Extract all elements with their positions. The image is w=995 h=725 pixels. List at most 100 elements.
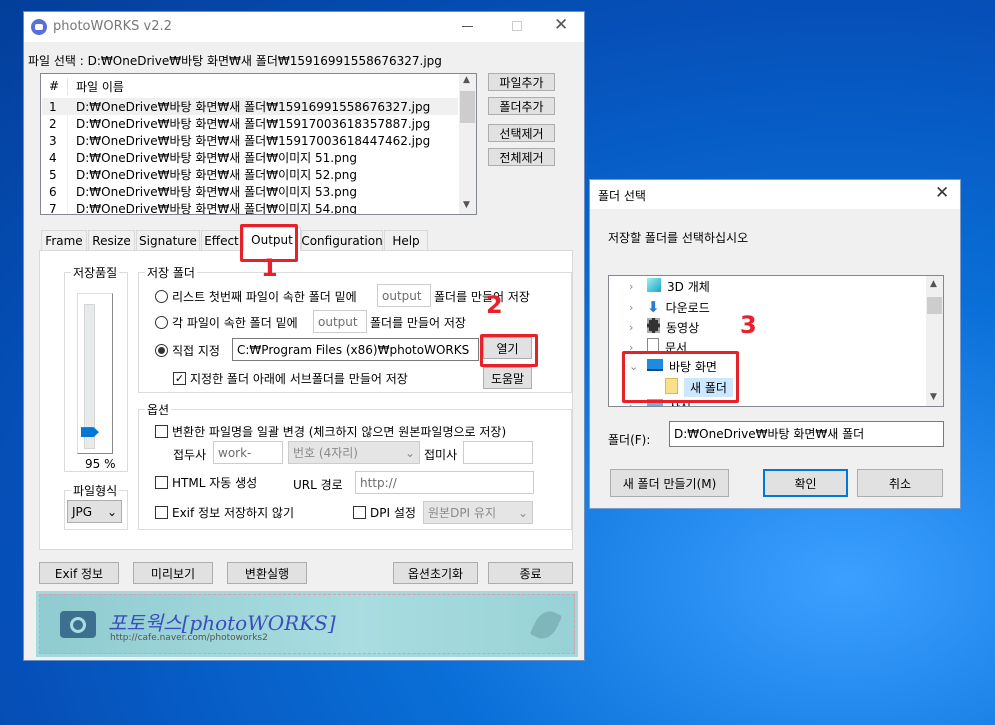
table-row[interactable]: 4 D:₩OneDrive₩바탕 화면₩새 폴더₩이미지 51.png — [42, 149, 458, 166]
convert-button[interactable]: 변환실행 — [227, 562, 307, 584]
list-scrollbar[interactable]: ▲ ▼ — [459, 74, 476, 214]
scroll-up-icon[interactable]: ▲ — [463, 75, 470, 85]
open-folder-button[interactable]: 열기 — [483, 337, 532, 359]
row-number: 7 — [49, 201, 57, 215]
add-file-button[interactable]: 파일추가 — [488, 73, 555, 91]
ok-button[interactable]: 확인 — [763, 469, 848, 497]
remove-selected-button[interactable]: 선택제거 — [488, 124, 555, 142]
tree-item[interactable]: ⌄ 바탕 화면 — [629, 358, 717, 375]
desktop-icon — [647, 359, 663, 374]
save-path-input[interactable]: C:₩Program Files (x86)₩photoWORKS — [232, 338, 479, 361]
help-button[interactable]: 도움말 — [483, 367, 532, 389]
row-filename: D:₩OneDrive₩바탕 화면₩새 폴더₩이미지 52.png — [67, 166, 357, 183]
slider-thumb[interactable] — [81, 427, 99, 438]
table-row[interactable]: 1 D:₩OneDrive₩바탕 화면₩새 폴더₩1591699155867632… — [42, 98, 458, 115]
remove-all-button[interactable]: 전체제거 — [488, 148, 555, 166]
photoworks-banner[interactable]: 포토웍스[photoWORKS] http://cafe.naver.com/p… — [36, 591, 578, 657]
camera-logo-icon — [60, 611, 96, 638]
format-select[interactable]: JPG ⌄ — [67, 500, 122, 523]
chevron-right-icon[interactable]: › — [629, 321, 641, 334]
list-header: # 파일 이름 — [49, 77, 124, 95]
annotation-number-1: 1 — [261, 254, 278, 282]
banner-title: 포토웍스[photoWORKS] — [108, 611, 336, 635]
output-folder-input-2[interactable]: output — [313, 310, 367, 333]
tree-item[interactable]: › 3D 개체 — [629, 278, 710, 295]
tab-help[interactable]: Help — [384, 230, 428, 250]
number-format-select[interactable]: 번호 (4자리) ⌄ — [288, 441, 420, 464]
annotation-number-3: 3 — [740, 311, 757, 339]
tab-configuration[interactable]: Configuration — [301, 230, 383, 250]
film-icon — [647, 318, 660, 336]
annotation-number-2: 2 — [486, 291, 503, 319]
chevron-right-icon[interactable]: › — [629, 341, 641, 354]
download-arrow-icon: ⬇ — [647, 298, 660, 316]
window-title: photoWORKS v2.2 — [53, 19, 172, 34]
row-filename: D:₩OneDrive₩바탕 화면₩새 폴더₩15917003618357887… — [67, 115, 430, 132]
table-row[interactable]: 6 D:₩OneDrive₩바탕 화면₩새 폴더₩이미지 53.png — [42, 183, 458, 200]
preview-button[interactable]: 미리보기 — [133, 562, 213, 584]
chevron-right-icon[interactable]: › — [629, 301, 641, 314]
add-folder-button[interactable]: 폴더추가 — [488, 97, 555, 115]
row-filename: D:₩OneDrive₩바탕 화면₩새 폴더₩이미지 53.png — [67, 183, 357, 200]
dialog-instruction: 저장할 폴더를 선택하십시오 — [608, 231, 749, 245]
chevron-right-icon[interactable]: › — [629, 280, 641, 293]
tab-output[interactable]: Output — [243, 227, 301, 251]
tree-item[interactable]: 새 폴더 — [665, 378, 733, 397]
tree-item[interactable]: › ⬇ 다운로드 — [629, 298, 710, 316]
table-row[interactable]: 2 D:₩OneDrive₩바탕 화면₩새 폴더₩1591700361835788… — [42, 115, 458, 132]
table-row[interactable]: 3 D:₩OneDrive₩바탕 화면₩새 폴더₩1591700361844746… — [42, 132, 458, 149]
row-filename: D:₩OneDrive₩바탕 화면₩새 폴더₩15916991558676327… — [67, 98, 430, 115]
chevron-down-icon: ⌄ — [404, 445, 415, 460]
tree-scrollbar[interactable]: ▲ ▼ — [926, 276, 943, 406]
tree-item[interactable]: › 동영상 — [629, 318, 699, 336]
dialog-title: 폴더 선택 — [598, 189, 646, 203]
html-checkbox[interactable]: HTML 자동 생성 — [155, 472, 257, 492]
title-bar: photoWORKS v2.2 ✕ — [24, 12, 584, 42]
radio-each-file-folder[interactable]: 각 파일이 속한 폴더 밑에 — [155, 312, 298, 332]
new-folder-button[interactable]: 새 폴더 만들기(M) — [610, 469, 729, 497]
minimize-icon[interactable] — [462, 26, 473, 27]
suffix-input[interactable] — [463, 441, 533, 464]
tab-effect[interactable]: Effect — [201, 230, 242, 250]
folder-tree[interactable]: › 3D 개체 › ⬇ 다운로드 › 동영상 › 문서 ⌄ 바탕 화면 새 폴더 › 사진 ▲ ▼ — [608, 275, 944, 407]
folder-icon — [665, 378, 678, 397]
rename-checkbox[interactable]: 변환한 파일명을 일괄 변경 (체크하지 않으면 원본파일명으로 저장) — [155, 421, 506, 441]
dpi-checkbox[interactable]: DPI 설정 — [353, 502, 416, 522]
cancel-button[interactable]: 취소 — [857, 469, 943, 497]
exit-button[interactable]: 종료 — [488, 562, 573, 584]
scroll-thumb[interactable] — [460, 91, 475, 123]
close-icon[interactable]: ✕ — [554, 15, 568, 35]
tree-item[interactable]: › 문서 — [629, 338, 687, 356]
tab-resize[interactable]: Resize — [88, 230, 135, 250]
scroll-thumb[interactable] — [927, 297, 942, 314]
folder-select-dialog: 폴더 선택 ✕ 저장할 폴더를 선택하십시오 › 3D 개체 › ⬇ 다운로드 › 동영상 ›… — [589, 179, 961, 509]
tab-frame[interactable]: Frame — [41, 230, 87, 250]
file-list[interactable]: # 파일 이름 1 D:₩OneDrive₩바탕 화면₩새 폴더₩159169915… — [40, 73, 477, 215]
url-input[interactable]: http:// — [355, 471, 534, 494]
dialog-close-icon[interactable]: ✕ — [935, 183, 949, 203]
folder-path-input[interactable]: D:₩OneDrive₩바탕 화면₩새 폴더 — [669, 421, 944, 447]
exif-checkbox[interactable]: Exif 정보 저장하지 않기 — [155, 502, 294, 522]
quality-slider[interactable] — [77, 293, 113, 454]
table-row[interactable]: 7 D:₩OneDrive₩바탕 화면₩새 폴더₩이미지 54.png — [42, 200, 458, 215]
maximize-icon[interactable] — [512, 21, 522, 31]
scroll-down-icon[interactable]: ▼ — [930, 392, 937, 402]
output-folder-input-1[interactable]: output — [377, 284, 431, 307]
scroll-up-icon[interactable]: ▲ — [930, 279, 937, 289]
chevron-right-icon[interactable]: › — [629, 400, 641, 406]
reset-options-button[interactable]: 옵션초기화 — [393, 562, 478, 584]
row-filename: D:₩OneDrive₩바탕 화면₩새 폴더₩이미지 54.png — [67, 200, 357, 214]
scroll-down-icon[interactable]: ▼ — [463, 200, 470, 210]
leaf-icon — [529, 606, 563, 644]
chevron-down-icon[interactable]: ⌄ — [629, 360, 641, 373]
exif-info-button[interactable]: Exif 정보 — [39, 562, 119, 584]
radio-first-file-folder[interactable]: 리스트 첫번째 파일이 속한 폴더 밑에 — [155, 286, 357, 306]
table-row[interactable]: 5 D:₩OneDrive₩바탕 화면₩새 폴더₩이미지 52.png — [42, 166, 458, 183]
tree-item[interactable]: › 사진 — [629, 398, 691, 406]
subfolder-checkbox[interactable]: ✓ 지정한 폴더 아래에 서브폴더를 만들어 저장 — [173, 368, 408, 388]
dpi-select[interactable]: 원본DPI 유지 ⌄ — [423, 501, 533, 524]
row-number: 2 — [49, 116, 57, 131]
tab-signature[interactable]: Signature — [136, 230, 200, 250]
prefix-input[interactable]: work- — [213, 441, 283, 464]
radio-direct-path[interactable]: 직접 지정 — [155, 340, 220, 360]
